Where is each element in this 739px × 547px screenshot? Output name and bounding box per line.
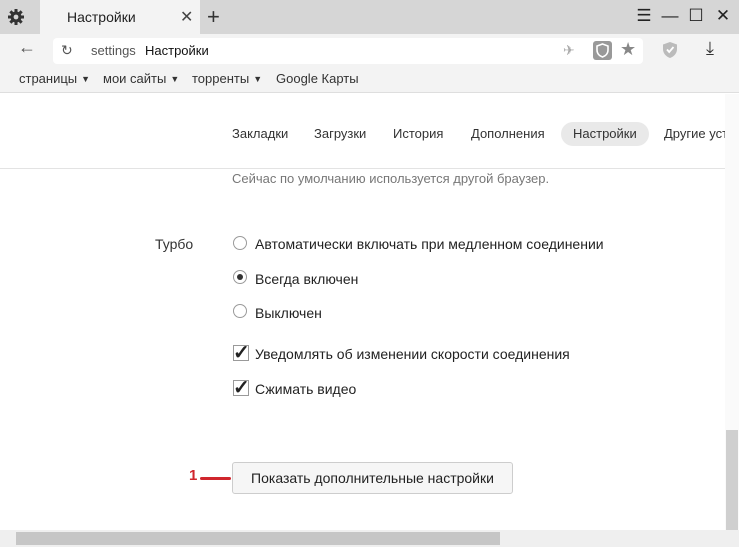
notify-speed-checkbox[interactable]: ✓ xyxy=(233,342,250,364)
tab-downloads[interactable]: Загрузки xyxy=(314,122,366,146)
bookmark-label: торренты xyxy=(192,71,250,86)
chevron-down-icon: ▼ xyxy=(170,74,180,84)
tab-bookmarks[interactable]: Закладки xyxy=(232,122,288,146)
menu-icon[interactable]: ☰ xyxy=(633,6,655,26)
gear-icon[interactable] xyxy=(6,7,26,27)
reload-icon[interactable]: ↻ xyxy=(61,42,73,59)
turbo-section-label: Турбо xyxy=(155,236,194,252)
default-browser-note: Сейчас по умолчанию используется другой … xyxy=(232,171,550,186)
turbo-auto-label[interactable]: Автоматически включать при медленном сое… xyxy=(255,236,604,252)
tab-extensions[interactable]: Дополнения xyxy=(471,122,545,146)
checkmark-icon: ✓ xyxy=(233,342,250,364)
bookmark-folder-torrents[interactable]: торренты ▼ xyxy=(192,71,262,86)
chevron-down-icon: ▼ xyxy=(253,74,263,84)
chevron-down-icon: ▼ xyxy=(81,74,91,84)
url-title: Настройки xyxy=(145,43,209,58)
new-tab-icon[interactable]: + xyxy=(207,4,220,30)
turbo-off-radio[interactable] xyxy=(233,304,247,318)
protect-shield-icon[interactable] xyxy=(593,41,612,60)
tab-history[interactable]: История xyxy=(393,122,443,146)
horizontal-scroll-thumb[interactable] xyxy=(16,532,500,545)
vertical-scroll-thumb[interactable] xyxy=(726,430,738,530)
tab-close-icon[interactable]: ✕ xyxy=(180,7,193,27)
checkmark-icon: ✓ xyxy=(233,377,250,399)
tab-title: Настройки xyxy=(67,9,136,25)
back-arrow-icon[interactable]: ← xyxy=(18,37,36,58)
bookmark-star-icon[interactable]: ★ xyxy=(620,39,636,60)
notify-speed-label[interactable]: Уведомлять об изменении скорости соедине… xyxy=(255,346,570,362)
compress-video-label[interactable]: Сжимать видео xyxy=(255,381,356,397)
bookmark-folder-pages[interactable]: страницы ▼ xyxy=(19,71,90,86)
bookmark-label: мои сайты xyxy=(103,71,167,86)
url-scheme: settings xyxy=(91,43,136,58)
minimize-icon[interactable]: — xyxy=(659,6,681,26)
download-icon[interactable]: ⤓ xyxy=(706,38,714,59)
turbo-auto-radio[interactable] xyxy=(233,236,247,250)
adblock-shield-icon[interactable] xyxy=(662,41,678,59)
window-close-icon[interactable]: ✕ xyxy=(712,6,734,26)
tab-settings[interactable]: Настройки xyxy=(561,122,649,146)
turbo-always-label[interactable]: Всегда включен xyxy=(255,271,358,287)
address-bar[interactable]: ↻ settings Настройки ✈ ★ xyxy=(53,38,643,64)
turbo-off-label[interactable]: Выключен xyxy=(255,305,322,321)
bookmarks-bar: страницы ▼ мои сайты ▼ торренты ▼ Google Ка… xyxy=(0,68,739,93)
bookmark-label: страницы xyxy=(19,71,78,86)
bookmark-google-maps[interactable]: Google Карты xyxy=(276,71,359,86)
annotation-number: 1 xyxy=(189,467,198,484)
compress-video-checkbox[interactable]: ✓ xyxy=(233,377,250,399)
show-advanced-settings-button[interactable]: Показать дополнительные настройки xyxy=(232,462,513,494)
turbo-always-radio[interactable] xyxy=(233,270,247,284)
annotation-pointer xyxy=(200,477,231,480)
toolbar: ← ↻ settings Настройки ✈ ★ ⤓ xyxy=(0,34,739,68)
browser-tab[interactable]: Настройки ✕ xyxy=(40,0,200,34)
bookmark-label: Google Карты xyxy=(276,71,359,86)
bookmark-folder-my-sites[interactable]: мои сайты ▼ xyxy=(103,71,179,86)
maximize-icon[interactable]: ☐ xyxy=(685,6,707,26)
turbo-rocket-icon[interactable]: ✈ xyxy=(563,42,575,59)
